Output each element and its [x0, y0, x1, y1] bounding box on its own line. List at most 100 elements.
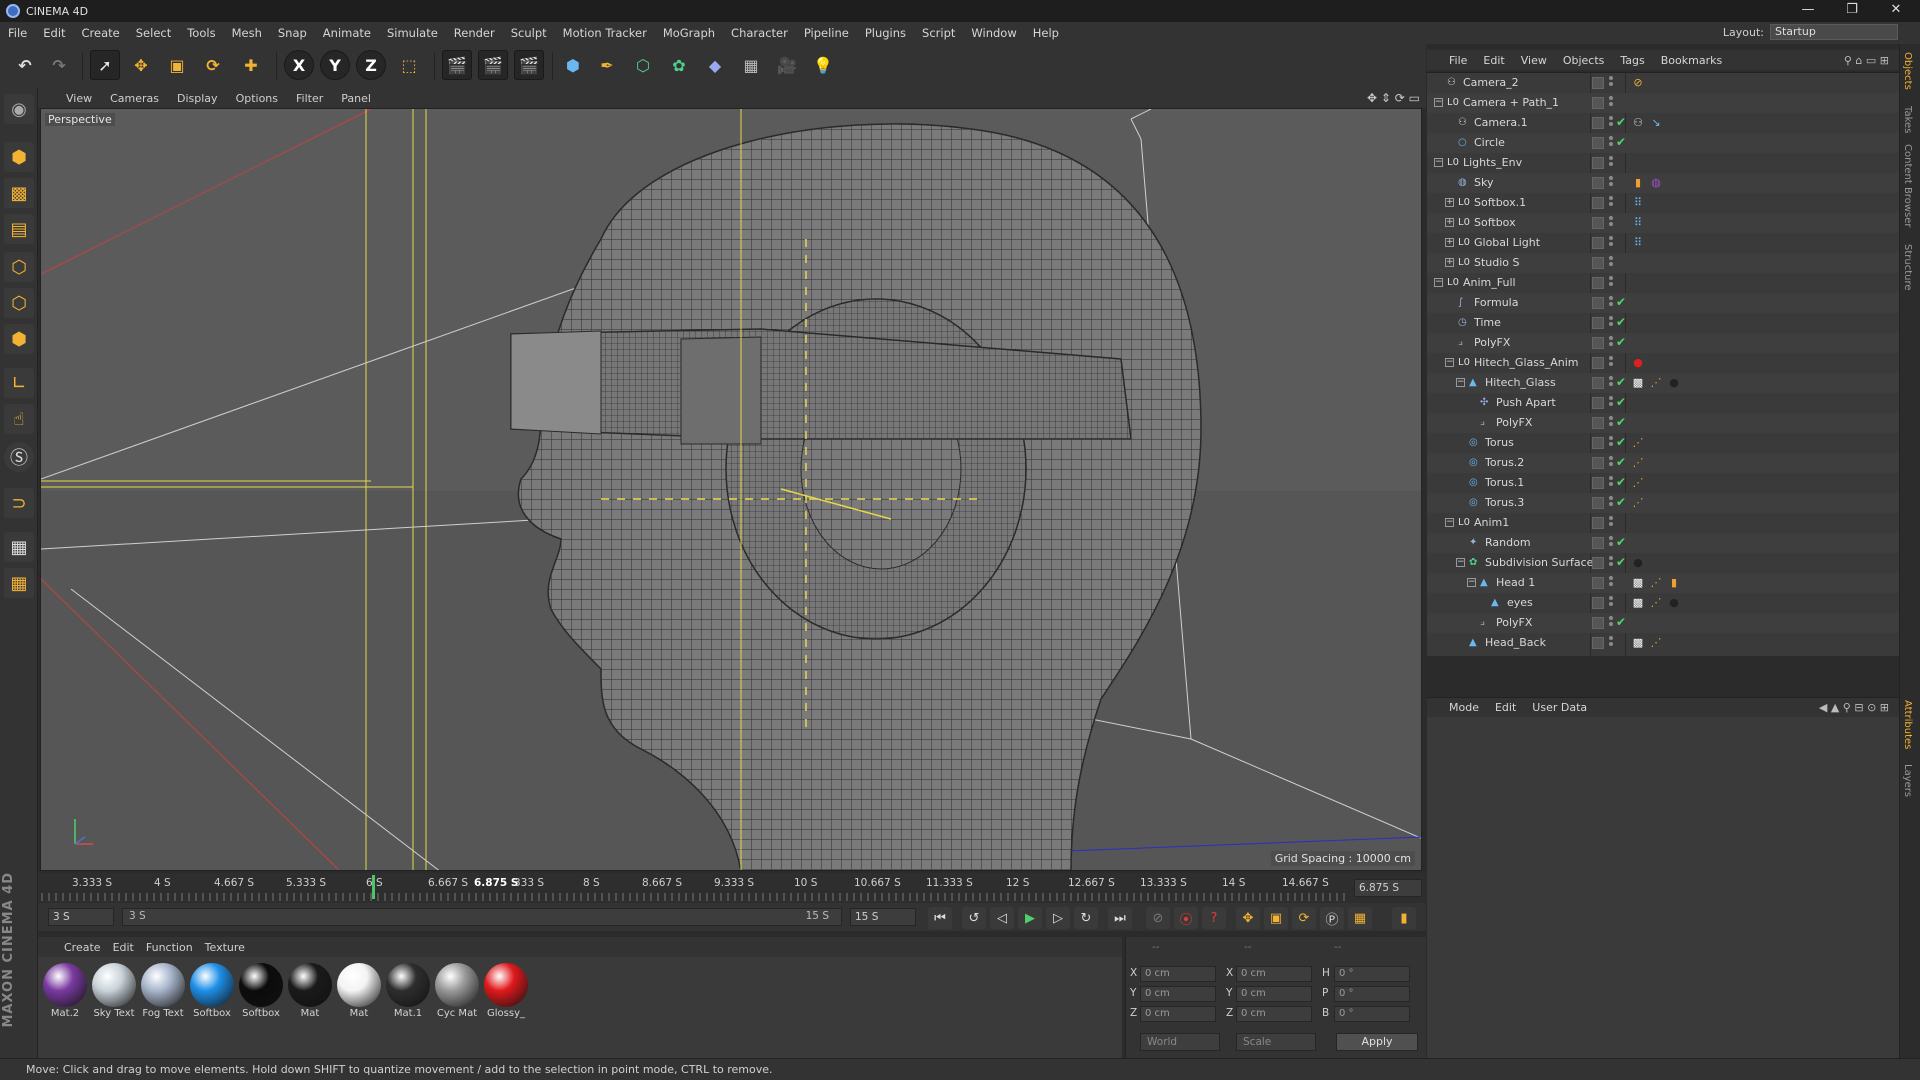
- visibility-dots-icon[interactable]: [1609, 556, 1613, 568]
- workplane-lock-icon[interactable]: ▦: [4, 532, 34, 562]
- close-button[interactable]: ✕: [1874, 0, 1918, 22]
- layer-toggle-icon[interactable]: [1592, 137, 1604, 149]
- object-name[interactable]: Head_Back: [1485, 636, 1546, 649]
- objects-menu-file[interactable]: File: [1441, 54, 1475, 67]
- object-name[interactable]: Studio S: [1474, 256, 1520, 269]
- layer-toggle-icon[interactable]: [1592, 237, 1604, 249]
- layer-toggle-icon[interactable]: [1592, 337, 1604, 349]
- menu-file[interactable]: File: [0, 26, 35, 40]
- object-row[interactable]: − L0 Lights_Env: [1427, 153, 1899, 173]
- enabled-check-icon[interactable]: ✔: [1616, 495, 1626, 509]
- visibility-dots-icon[interactable]: [1609, 276, 1613, 288]
- object-name[interactable]: Sky: [1474, 176, 1493, 189]
- object-tag-icon[interactable]: ⋰: [1631, 476, 1645, 490]
- object-tag-icon[interactable]: ●: [1631, 556, 1645, 570]
- viewport-menu-view[interactable]: View: [38, 92, 101, 105]
- object-tag-icon[interactable]: ▩: [1631, 596, 1645, 610]
- object-row[interactable]: ⚇ Camera.1 ✔ ⚇ ↘: [1427, 113, 1899, 133]
- object-tag-icon[interactable]: ⋰: [1631, 496, 1645, 510]
- visibility-dots-icon[interactable]: [1609, 596, 1613, 608]
- record-keys-icon[interactable]: ⊘: [1146, 907, 1170, 929]
- visibility-dots-icon[interactable]: [1609, 96, 1613, 108]
- collapse-icon[interactable]: −: [1456, 378, 1465, 387]
- coords-rot-p-field[interactable]: 0 °: [1334, 986, 1410, 1002]
- texture-mode-icon[interactable]: ▩: [4, 178, 34, 208]
- layer-toggle-icon[interactable]: [1592, 617, 1604, 629]
- visibility-dots-icon[interactable]: [1609, 76, 1613, 88]
- cloner-icon[interactable]: ✿: [664, 50, 694, 80]
- visibility-dots-icon[interactable]: [1609, 196, 1613, 208]
- object-row[interactable]: + L0 Softbox.1 ⠿: [1427, 193, 1899, 213]
- visibility-dots-icon[interactable]: [1609, 116, 1613, 128]
- autokeying-icon[interactable]: ⦿: [1174, 907, 1198, 929]
- object-name[interactable]: Softbox.1: [1474, 196, 1526, 209]
- object-name[interactable]: Torus.2: [1485, 456, 1524, 469]
- object-tag-icon[interactable]: ⋰: [1649, 636, 1663, 650]
- layer-toggle-icon[interactable]: [1592, 457, 1604, 469]
- collapse-icon[interactable]: −: [1445, 358, 1454, 367]
- object-row[interactable]: − ▲ Hitech_Glass ✔ ▩ ⋰ ●: [1427, 373, 1899, 393]
- material-menu-texture[interactable]: Texture: [199, 941, 251, 954]
- visibility-dots-icon[interactable]: [1609, 496, 1613, 508]
- viewport-menu-filter[interactable]: Filter: [287, 92, 332, 105]
- objects-menu-bookmarks[interactable]: Bookmarks: [1653, 54, 1730, 67]
- visibility-dots-icon[interactable]: [1609, 296, 1613, 308]
- enabled-check-icon[interactable]: ✔: [1616, 315, 1626, 329]
- coordinate-system-icon[interactable]: ⬚: [394, 50, 424, 80]
- object-name[interactable]: PolyFX: [1474, 336, 1510, 349]
- enabled-check-icon[interactable]: ✔: [1616, 335, 1626, 349]
- layer-toggle-icon[interactable]: [1592, 517, 1604, 529]
- object-row[interactable]: ⟓ PolyFX ✔: [1427, 333, 1899, 353]
- visibility-dots-icon[interactable]: [1609, 516, 1613, 528]
- layer-toggle-icon[interactable]: [1592, 397, 1604, 409]
- expand-icon[interactable]: +: [1445, 198, 1454, 207]
- coords-rot-h-field[interactable]: 0 °: [1334, 966, 1410, 982]
- object-tag-icon[interactable]: ⋰: [1631, 436, 1645, 450]
- object-name[interactable]: Push Apart: [1496, 396, 1556, 409]
- coords-rot-b-field[interactable]: 0 °: [1334, 1006, 1410, 1022]
- tab-objects[interactable]: Objects: [1902, 52, 1913, 90]
- key-scale-icon[interactable]: ▣: [1264, 907, 1288, 929]
- attributes-menu-mode[interactable]: Mode: [1441, 701, 1487, 714]
- enabled-check-icon[interactable]: ✔: [1616, 455, 1626, 469]
- object-row[interactable]: − ▲ Head 1 ▩ ⋰ ▮: [1427, 573, 1899, 593]
- layer-toggle-icon[interactable]: [1592, 377, 1604, 389]
- object-row[interactable]: ⚇ Camera_2 ⊘: [1427, 73, 1899, 93]
- object-row[interactable]: − L0 Hitech_Glass_Anim ●: [1427, 353, 1899, 373]
- material-swatch[interactable]: Fog Text: [140, 962, 186, 1020]
- tab-layers[interactable]: Layers: [1902, 764, 1913, 797]
- material-menu-edit[interactable]: Edit: [107, 941, 140, 954]
- layer-toggle-icon[interactable]: [1592, 557, 1604, 569]
- object-name[interactable]: Circle: [1474, 136, 1505, 149]
- layer-toggle-icon[interactable]: [1592, 637, 1604, 649]
- layer-toggle-icon[interactable]: [1592, 597, 1604, 609]
- visibility-dots-icon[interactable]: [1609, 456, 1613, 468]
- object-row[interactable]: + L0 Global Light ⠿: [1427, 233, 1899, 253]
- object-name[interactable]: Anim_Full: [1463, 276, 1516, 289]
- material-swatch[interactable]: Mat.1: [385, 962, 431, 1020]
- expand-icon[interactable]: +: [1445, 218, 1454, 227]
- start-time-field[interactable]: 3 S: [48, 908, 114, 926]
- keyframe-selection-icon[interactable]: ?: [1202, 907, 1226, 929]
- object-name[interactable]: Camera.1: [1474, 116, 1528, 129]
- goto-start-icon[interactable]: ⏮: [928, 907, 952, 929]
- layer-toggle-icon[interactable]: [1592, 537, 1604, 549]
- object-tag-icon[interactable]: ↘: [1649, 116, 1663, 130]
- object-name[interactable]: PolyFX: [1496, 416, 1532, 429]
- menu-render[interactable]: Render: [446, 26, 503, 40]
- collapse-icon[interactable]: −: [1434, 278, 1443, 287]
- render-to-picture-viewer-icon[interactable]: 🎬: [478, 50, 508, 80]
- z-axis-lock-button[interactable]: Z: [356, 50, 386, 80]
- enabled-check-icon[interactable]: ✔: [1616, 415, 1626, 429]
- object-row[interactable]: − L0 Camera + Path_1: [1427, 93, 1899, 113]
- x-axis-lock-button[interactable]: X: [284, 50, 314, 80]
- object-name[interactable]: PolyFX: [1496, 616, 1532, 629]
- visibility-dots-icon[interactable]: [1609, 176, 1613, 188]
- snapping-icon[interactable]: ⊃: [4, 488, 34, 518]
- enabled-check-icon[interactable]: ✔: [1616, 115, 1626, 129]
- make-editable-icon[interactable]: ◉: [4, 94, 34, 124]
- goto-previous-key-icon[interactable]: ↺: [962, 907, 986, 929]
- menu-select[interactable]: Select: [128, 26, 179, 40]
- layer-toggle-icon[interactable]: [1592, 97, 1604, 109]
- viewport-menu-display[interactable]: Display: [168, 92, 227, 105]
